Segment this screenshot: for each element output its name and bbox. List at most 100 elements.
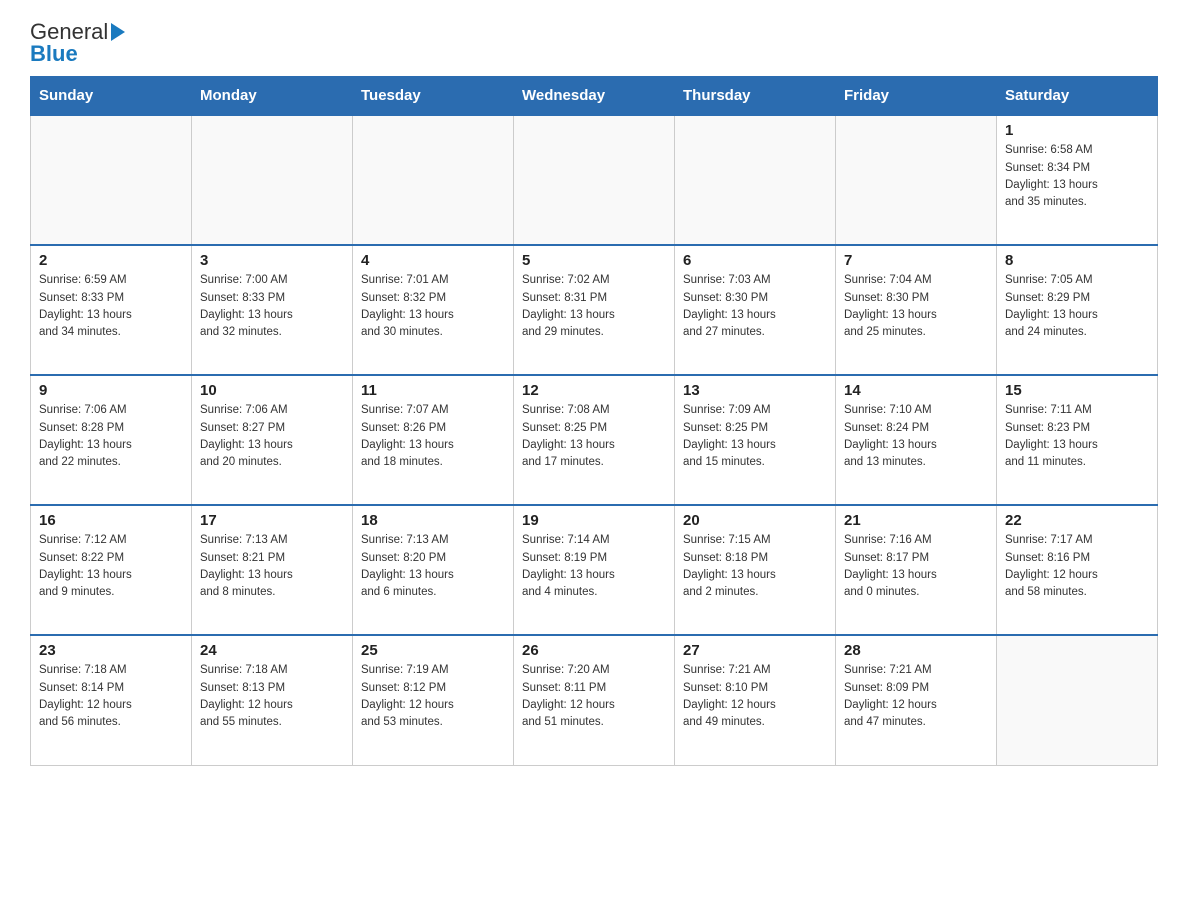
day-number: 8 xyxy=(1005,252,1149,269)
day-number: 2 xyxy=(39,252,183,269)
calendar-cell: 2 Sunrise: 6:59 AM Sunset: 8:33 PM Daylig… xyxy=(31,245,192,375)
day-info: Sunrise: 7:06 AM Sunset: 8:27 PM Dayligh… xyxy=(200,402,344,471)
logo: General Blue xyxy=(30,20,126,66)
calendar-cell: 13Sunrise: 7:09 AM Sunset: 8:25 PM Dayli… xyxy=(675,375,836,505)
day-info: Sunrise: 7:16 AM Sunset: 8:17 PM Dayligh… xyxy=(844,532,988,601)
calendar-week-row: 1 Sunrise: 6:58 AM Sunset: 8:34 PM Daylig… xyxy=(31,115,1158,245)
calendar-cell xyxy=(836,115,997,245)
day-info: Sunrise: 7:21 AM Sunset: 8:10 PM Dayligh… xyxy=(683,662,827,731)
calendar-cell: 3 Sunrise: 7:00 AM Sunset: 8:33 PM Daylig… xyxy=(192,245,353,375)
day-number: 7 xyxy=(844,252,988,269)
day-info: Sunrise: 7:20 AM Sunset: 8:11 PM Dayligh… xyxy=(522,662,666,731)
calendar-cell: 11 Sunrise: 7:07 AM Sunset: 8:26 PM Dayli… xyxy=(353,375,514,505)
day-info: Sunrise: 7:02 AM Sunset: 8:31 PM Dayligh… xyxy=(522,272,666,341)
calendar-table: SundayMondayTuesdayWednesdayThursdayFrid… xyxy=(30,76,1158,766)
day-number: 10 xyxy=(200,382,344,399)
day-number: 17 xyxy=(200,512,344,529)
day-info: Sunrise: 7:19 AM Sunset: 8:12 PM Dayligh… xyxy=(361,662,505,731)
calendar-week-row: 23 Sunrise: 7:18 AM Sunset: 8:14 PM Dayli… xyxy=(31,635,1158,765)
calendar-cell: 23 Sunrise: 7:18 AM Sunset: 8:14 PM Dayli… xyxy=(31,635,192,765)
day-number: 9 xyxy=(39,382,183,399)
day-info: Sunrise: 6:59 AM Sunset: 8:33 PM Dayligh… xyxy=(39,272,183,341)
calendar-cell: 16 Sunrise: 7:12 AM Sunset: 8:22 PM Dayli… xyxy=(31,505,192,635)
day-number: 6 xyxy=(683,252,827,269)
day-number: 27 xyxy=(683,642,827,659)
day-info: Sunrise: 7:07 AM Sunset: 8:26 PM Dayligh… xyxy=(361,402,505,471)
day-info: Sunrise: 7:21 AM Sunset: 8:09 PM Dayligh… xyxy=(844,662,988,731)
day-number: 25 xyxy=(361,642,505,659)
calendar-cell: 17 Sunrise: 7:13 AM Sunset: 8:21 PM Dayli… xyxy=(192,505,353,635)
calendar-cell: 5 Sunrise: 7:02 AM Sunset: 8:31 PM Daylig… xyxy=(514,245,675,375)
day-number: 24 xyxy=(200,642,344,659)
day-number: 21 xyxy=(844,512,988,529)
calendar-cell: 7 Sunrise: 7:04 AM Sunset: 8:30 PM Daylig… xyxy=(836,245,997,375)
day-info: Sunrise: 7:11 AM Sunset: 8:23 PM Dayligh… xyxy=(1005,402,1149,471)
weekday-header-friday: Friday xyxy=(836,77,997,116)
weekday-header-tuesday: Tuesday xyxy=(353,77,514,116)
weekday-header-wednesday: Wednesday xyxy=(514,77,675,116)
calendar-cell xyxy=(997,635,1158,765)
logo-blue: Blue xyxy=(30,42,126,66)
day-number: 22 xyxy=(1005,512,1149,529)
day-info: Sunrise: 7:15 AM Sunset: 8:18 PM Dayligh… xyxy=(683,532,827,601)
calendar-cell: 22 Sunrise: 7:17 AM Sunset: 8:16 PM Dayli… xyxy=(997,505,1158,635)
day-info: Sunrise: 6:58 AM Sunset: 8:34 PM Dayligh… xyxy=(1005,142,1149,211)
calendar-cell: 25 Sunrise: 7:19 AM Sunset: 8:12 PM Dayli… xyxy=(353,635,514,765)
day-number: 11 xyxy=(361,382,505,399)
calendar-cell: 6 Sunrise: 7:03 AM Sunset: 8:30 PM Daylig… xyxy=(675,245,836,375)
calendar-cell: 26Sunrise: 7:20 AM Sunset: 8:11 PM Dayli… xyxy=(514,635,675,765)
weekday-header-monday: Monday xyxy=(192,77,353,116)
calendar-cell: 21 Sunrise: 7:16 AM Sunset: 8:17 PM Dayli… xyxy=(836,505,997,635)
day-number: 1 xyxy=(1005,122,1149,139)
day-number: 20 xyxy=(683,512,827,529)
calendar-cell xyxy=(31,115,192,245)
day-number: 12 xyxy=(522,382,666,399)
calendar-cell xyxy=(353,115,514,245)
logo-arrow-icon xyxy=(111,23,125,41)
calendar-cell: 10 Sunrise: 7:06 AM Sunset: 8:27 PM Dayli… xyxy=(192,375,353,505)
weekday-header-row: SundayMondayTuesdayWednesdayThursdayFrid… xyxy=(31,77,1158,116)
day-info: Sunrise: 7:10 AM Sunset: 8:24 PM Dayligh… xyxy=(844,402,988,471)
calendar-cell: 19 Sunrise: 7:14 AM Sunset: 8:19 PM Dayli… xyxy=(514,505,675,635)
calendar-cell: 18Sunrise: 7:13 AM Sunset: 8:20 PM Dayli… xyxy=(353,505,514,635)
day-info: Sunrise: 7:13 AM Sunset: 8:20 PM Dayligh… xyxy=(361,532,505,601)
day-number: 28 xyxy=(844,642,988,659)
day-info: Sunrise: 7:00 AM Sunset: 8:33 PM Dayligh… xyxy=(200,272,344,341)
day-number: 16 xyxy=(39,512,183,529)
day-number: 3 xyxy=(200,252,344,269)
calendar-cell xyxy=(675,115,836,245)
calendar-cell xyxy=(514,115,675,245)
day-number: 5 xyxy=(522,252,666,269)
calendar-cell: 4Sunrise: 7:01 AM Sunset: 8:32 PM Daylig… xyxy=(353,245,514,375)
calendar-cell: 8 Sunrise: 7:05 AM Sunset: 8:29 PM Daylig… xyxy=(997,245,1158,375)
calendar-week-row: 9 Sunrise: 7:06 AM Sunset: 8:28 PM Daylig… xyxy=(31,375,1158,505)
day-info: Sunrise: 7:04 AM Sunset: 8:30 PM Dayligh… xyxy=(844,272,988,341)
day-info: Sunrise: 7:03 AM Sunset: 8:30 PM Dayligh… xyxy=(683,272,827,341)
calendar-cell: 9 Sunrise: 7:06 AM Sunset: 8:28 PM Daylig… xyxy=(31,375,192,505)
day-info: Sunrise: 7:06 AM Sunset: 8:28 PM Dayligh… xyxy=(39,402,183,471)
day-info: Sunrise: 7:13 AM Sunset: 8:21 PM Dayligh… xyxy=(200,532,344,601)
day-number: 15 xyxy=(1005,382,1149,399)
day-number: 19 xyxy=(522,512,666,529)
day-info: Sunrise: 7:18 AM Sunset: 8:14 PM Dayligh… xyxy=(39,662,183,731)
calendar-week-row: 2 Sunrise: 6:59 AM Sunset: 8:33 PM Daylig… xyxy=(31,245,1158,375)
day-info: Sunrise: 7:09 AM Sunset: 8:25 PM Dayligh… xyxy=(683,402,827,471)
day-info: Sunrise: 7:17 AM Sunset: 8:16 PM Dayligh… xyxy=(1005,532,1149,601)
day-number: 23 xyxy=(39,642,183,659)
calendar-week-row: 16 Sunrise: 7:12 AM Sunset: 8:22 PM Dayli… xyxy=(31,505,1158,635)
calendar-cell xyxy=(192,115,353,245)
calendar-cell: 24 Sunrise: 7:18 AM Sunset: 8:13 PM Dayli… xyxy=(192,635,353,765)
day-info: Sunrise: 7:05 AM Sunset: 8:29 PM Dayligh… xyxy=(1005,272,1149,341)
calendar-cell: 15 Sunrise: 7:11 AM Sunset: 8:23 PM Dayli… xyxy=(997,375,1158,505)
page-header: General Blue xyxy=(30,20,1158,66)
calendar-cell: 14 Sunrise: 7:10 AM Sunset: 8:24 PM Dayli… xyxy=(836,375,997,505)
calendar-cell: 20 Sunrise: 7:15 AM Sunset: 8:18 PM Dayli… xyxy=(675,505,836,635)
day-number: 4 xyxy=(361,252,505,269)
calendar-cell: 27 Sunrise: 7:21 AM Sunset: 8:10 PM Dayli… xyxy=(675,635,836,765)
day-info: Sunrise: 7:18 AM Sunset: 8:13 PM Dayligh… xyxy=(200,662,344,731)
day-info: Sunrise: 7:08 AM Sunset: 8:25 PM Dayligh… xyxy=(522,402,666,471)
day-info: Sunrise: 7:12 AM Sunset: 8:22 PM Dayligh… xyxy=(39,532,183,601)
day-number: 14 xyxy=(844,382,988,399)
calendar-cell: 28 Sunrise: 7:21 AM Sunset: 8:09 PM Dayli… xyxy=(836,635,997,765)
day-info: Sunrise: 7:14 AM Sunset: 8:19 PM Dayligh… xyxy=(522,532,666,601)
